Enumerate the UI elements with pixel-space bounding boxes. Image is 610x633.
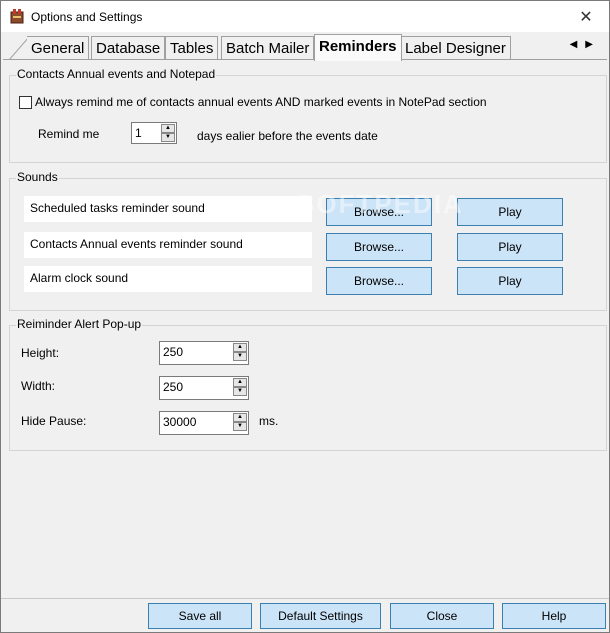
button-label: Browse... [353,240,404,254]
contacts-events-group: Contacts Annual events and Notepad Alway… [9,67,607,163]
options-window: Options and Settings ✕ General Database … [0,0,610,633]
group-title: Reiminder Alert Pop-up [16,317,143,331]
tab-tables[interactable]: Tables [165,36,219,60]
chevron-down-icon[interactable]: ▼ [161,133,175,142]
remind-days-value: 1 [135,126,142,140]
height-label: Height: [21,346,60,360]
sound-label: Contacts Annual events reminder sound [30,237,243,251]
tab-strip: General Database Tables Batch Mailer Rem… [1,34,609,61]
chevron-up-icon[interactable]: ▲ [233,413,247,422]
annual-events-sound-field: Contacts Annual events reminder sound [24,232,312,258]
watermark: SOFTPEDIA [297,189,464,219]
button-label: Default Settings [278,609,363,623]
stepper-buttons: ▲ ▼ [161,124,175,142]
tab-label: Tables [170,40,214,57]
group-title: Contacts Annual events and Notepad [16,67,217,81]
window-title: Options and Settings [31,10,143,24]
button-label: Close [426,609,458,623]
chevron-up-icon[interactable]: ▲ [161,124,175,133]
button-label: Browse... [353,274,404,288]
help-button[interactable]: Help [502,603,606,629]
title-bar: Options and Settings ✕ [1,1,609,32]
browse-button[interactable]: Browse... [326,267,432,295]
hide-pause-unit: ms. [259,414,279,428]
tab-label: Label Designer [405,40,506,57]
button-label: Play [498,274,522,288]
play-button[interactable]: Play [457,233,563,261]
tab-label-designer[interactable]: Label Designer [400,36,511,60]
reminder-popup-group: Reiminder Alert Pop-up Height: 250 ▲ ▼ W… [9,317,607,451]
save-all-button[interactable]: Save all [148,603,252,629]
scheduled-tasks-sound-field: Scheduled tasks reminder sound [24,196,312,222]
hide-pause-value: 30000 [163,415,197,429]
group-title: Sounds [16,170,59,184]
chevron-up-icon[interactable]: ▲ [233,343,247,352]
tab-general[interactable]: General [27,36,90,60]
button-label: Help [541,609,567,623]
tab-scroll-arrows[interactable]: ◀▶ [570,39,601,50]
days-before-label: days ealier before the events date [197,129,378,143]
width-value: 250 [163,380,184,394]
button-label: Save all [178,609,222,623]
default-settings-button[interactable]: Default Settings [260,603,381,629]
close-window-button[interactable]: ✕ [563,1,609,32]
chevron-up-icon[interactable]: ▲ [233,378,247,387]
button-label: Play [498,205,522,219]
alarm-clock-sound-field: Alarm clock sound [24,266,312,292]
height-value: 250 [163,345,184,359]
play-button[interactable]: Play [457,198,563,226]
always-remind-label: Always remind me of contacts annual even… [35,95,487,109]
hide-pause-label: Hide Pause: [21,414,87,428]
app-icon [10,9,24,24]
stepper-buttons: ▲ ▼ [233,343,247,361]
browse-button[interactable]: Browse... [326,233,432,261]
stepper-buttons: ▲ ▼ [233,378,247,396]
always-remind-checkbox[interactable] [19,96,32,109]
width-stepper[interactable]: 250 ▲ ▼ [159,376,249,400]
tab-label: Batch Mailer [226,40,310,57]
reminders-panel: Contacts Annual events and Notepad Alway… [3,59,607,597]
chevron-down-icon[interactable]: ▼ [233,352,247,361]
chevron-right-icon[interactable]: ▶ [585,39,601,50]
remind-days-stepper[interactable]: 1 ▲ ▼ [131,122,177,144]
remind-me-label: Remind me [38,127,100,141]
stepper-buttons: ▲ ▼ [233,413,247,431]
footer-bar: Save all Default Settings Close Help [1,598,609,632]
tab-database[interactable]: Database [91,36,166,60]
sound-label: Alarm clock sound [30,271,129,285]
play-button[interactable]: Play [457,267,563,295]
tab-label: Database [96,40,161,57]
height-stepper[interactable]: 250 ▲ ▼ [159,341,249,365]
hide-pause-stepper[interactable]: 30000 ▲ ▼ [159,411,249,435]
chevron-left-icon[interactable]: ◀ [570,39,586,50]
tab-label: General [31,40,85,57]
chevron-down-icon[interactable]: ▼ [233,387,247,396]
close-icon: ✕ [579,8,593,26]
width-label: Width: [21,379,56,393]
tab-label: Reminders [319,38,397,55]
close-button[interactable]: Close [390,603,494,629]
sound-label: Scheduled tasks reminder sound [30,201,205,215]
tab-batch-mailer[interactable]: Batch Mailer [221,36,315,60]
button-label: Play [498,240,522,254]
chevron-down-icon[interactable]: ▼ [233,422,247,431]
tab-reminders[interactable]: Reminders [314,34,402,61]
